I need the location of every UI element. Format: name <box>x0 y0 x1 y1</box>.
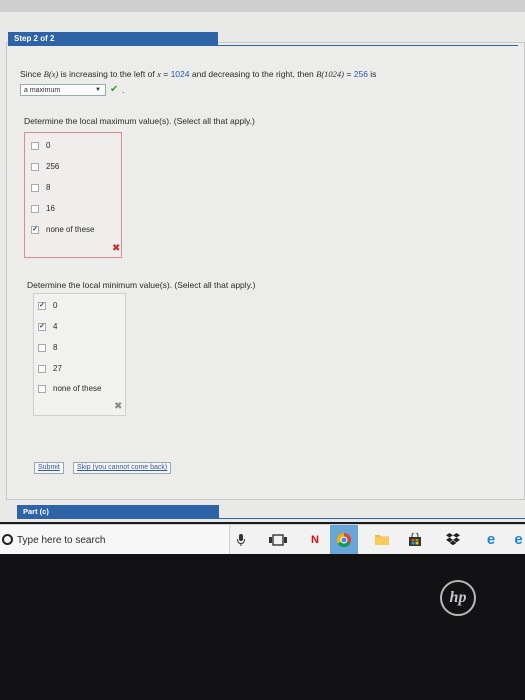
min-checkbox-checked[interactable]: ✓ <box>38 301 46 310</box>
cortana-icon[interactable] <box>2 534 13 545</box>
check-icon: ✔ <box>110 84 119 95</box>
statement-line: Since B(x) is increasing to the left of … <box>20 69 376 79</box>
min-checkbox-checked[interactable]: ✓ <box>38 322 46 331</box>
search-placeholder: Type here to search <box>17 535 106 546</box>
max-option-label: 256 <box>46 162 60 171</box>
windows-taskbar: Type here to search N e e <box>0 524 525 555</box>
max-option-label: 16 <box>46 204 55 213</box>
max-option[interactable]: ✓ none of these <box>31 225 94 234</box>
max-option[interactable]: 8 <box>31 183 50 192</box>
task-view-icon[interactable] <box>268 533 288 547</box>
min-option[interactable]: ✓ 4 <box>38 322 57 331</box>
max-checkbox[interactable] <box>31 162 39 171</box>
min-option[interactable]: ✓ 0 <box>38 301 57 310</box>
dropdown-selected-value: a maximum <box>24 87 61 94</box>
edge-icon[interactable]: e <box>512 532 525 547</box>
laptop-bezel <box>0 554 525 700</box>
incorrect-x-icon: ✖ <box>112 243 121 254</box>
store-icon[interactable] <box>408 532 422 547</box>
min-question-prompt: Determine the local minimum value(s). (S… <box>27 280 256 290</box>
min-option-label: none of these <box>53 384 102 393</box>
min-checkbox[interactable] <box>38 364 46 373</box>
min-option[interactable]: 27 <box>38 364 62 373</box>
part-header-rule <box>219 518 525 519</box>
netflix-icon[interactable]: N <box>308 533 322 547</box>
hp-logo: hp <box>440 580 476 616</box>
statement-x-value: 1024 <box>170 69 190 79</box>
statement-since: Since <box>20 69 42 79</box>
max-checkbox-checked[interactable]: ✓ <box>31 225 39 234</box>
max-option[interactable]: 0 <box>31 141 50 150</box>
min-option-label: 27 <box>53 364 62 373</box>
min-option-label: 8 <box>53 343 58 352</box>
statement-value: 256 <box>353 69 368 79</box>
edge-icon[interactable]: e <box>484 532 498 547</box>
statement-after: and decreasing to the right, then <box>191 69 314 79</box>
statement-function-at: B(1024) <box>316 69 345 79</box>
dropbox-icon[interactable] <box>446 533 460 547</box>
statement-function: B(x) <box>43 69 59 79</box>
statement-x-var: x <box>157 69 161 79</box>
incorrect-x-icon: ✖ <box>114 401 123 412</box>
statement-equals: = <box>163 69 169 79</box>
statement-period: . <box>122 85 125 95</box>
statement-equals-2: = <box>346 69 352 79</box>
max-option-label: 0 <box>46 141 51 150</box>
max-option-label: none of these <box>46 225 95 234</box>
taskbar-search[interactable]: Type here to search <box>0 525 230 555</box>
min-option[interactable]: 8 <box>38 343 57 352</box>
min-checkbox[interactable] <box>38 343 46 352</box>
extremum-dropdown[interactable]: a maximum ▼ <box>20 84 106 96</box>
min-option-label: 4 <box>53 322 58 331</box>
submit-button[interactable]: Submit <box>34 462 64 474</box>
statement-middle: is increasing to the left of <box>60 69 155 79</box>
min-answer-box <box>33 293 126 416</box>
min-option[interactable]: none of these <box>38 384 101 393</box>
max-option[interactable]: 16 <box>31 204 55 213</box>
max-checkbox[interactable] <box>31 183 39 192</box>
max-checkbox[interactable] <box>31 204 39 213</box>
max-answer-box <box>24 132 122 258</box>
max-option-label: 8 <box>46 183 51 192</box>
max-checkbox[interactable] <box>31 141 39 150</box>
skip-button[interactable]: Skip (you cannot come back) <box>73 462 172 474</box>
chevron-down-icon: ▼ <box>95 87 101 93</box>
max-option[interactable]: 256 <box>31 162 59 171</box>
min-checkbox[interactable] <box>38 384 46 393</box>
part-header: Part (c) <box>17 505 219 519</box>
browser-top-strip <box>0 0 525 12</box>
microphone-icon[interactable] <box>236 533 246 547</box>
chrome-icon[interactable] <box>330 525 358 555</box>
max-question-prompt: Determine the local maximum value(s). (S… <box>24 116 255 126</box>
file-explorer-icon[interactable] <box>375 533 389 547</box>
statement-is: is <box>370 69 377 79</box>
question-frame <box>6 42 525 500</box>
min-option-label: 0 <box>53 301 58 310</box>
step-header-rule <box>218 45 518 46</box>
step-header: Step 2 of 2 <box>8 32 218 46</box>
